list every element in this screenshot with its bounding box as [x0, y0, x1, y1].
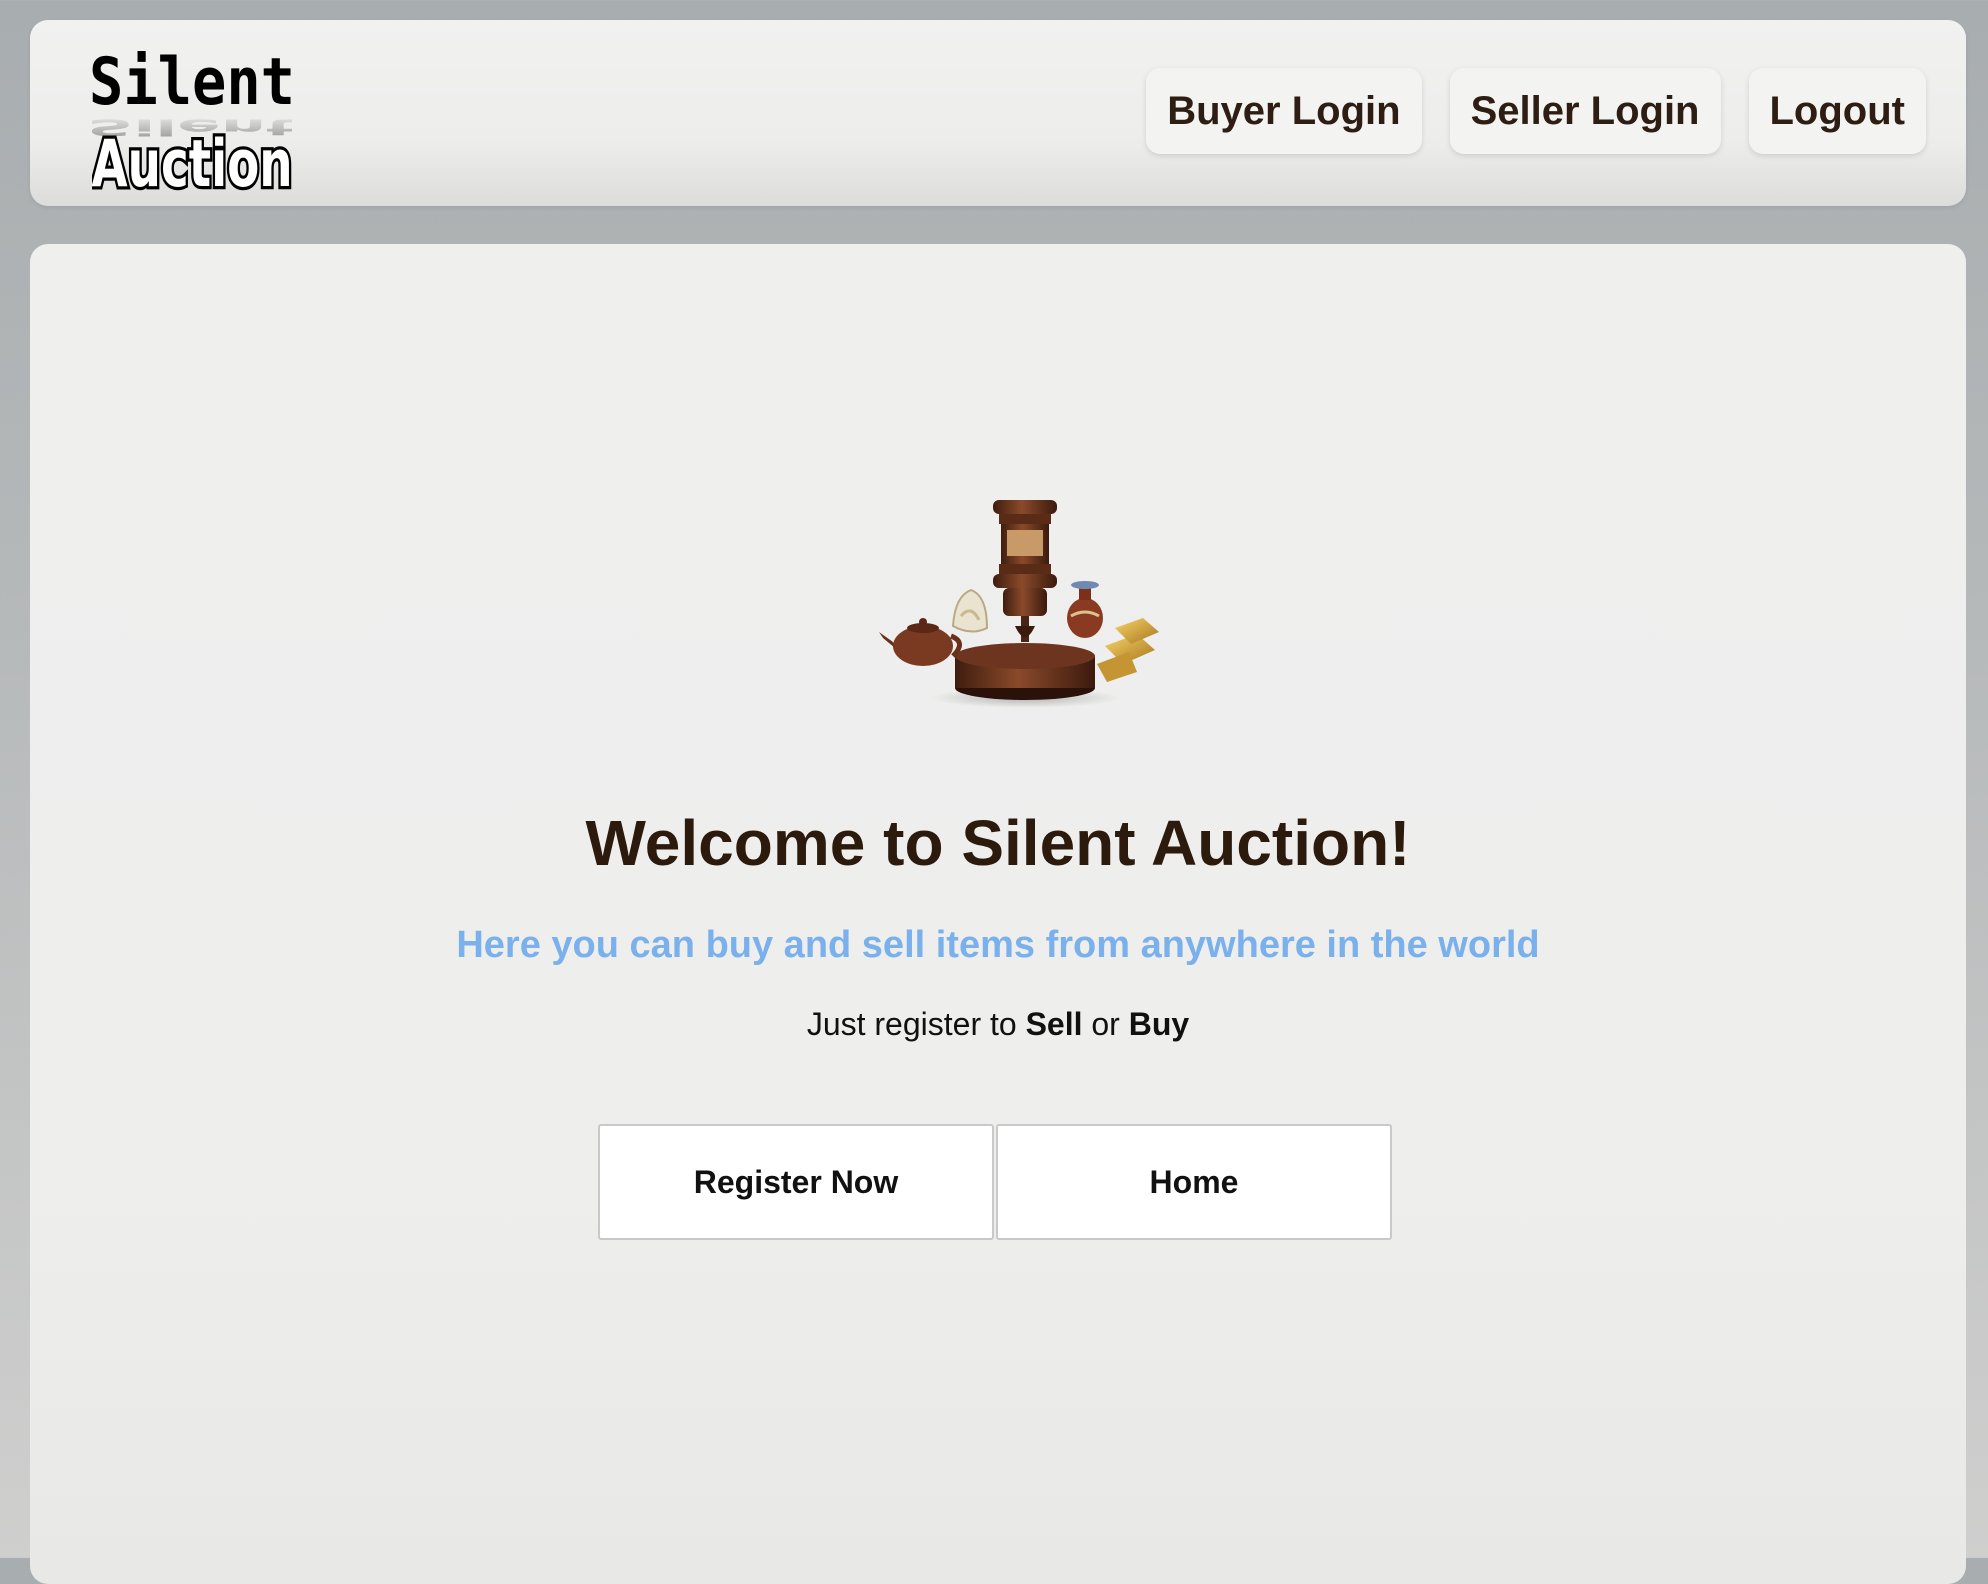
- welcome-title: Welcome to Silent Auction!: [585, 807, 1411, 879]
- subtitle-text: Here you can buy and sell items from any…: [456, 924, 1540, 966]
- tagline-text: Just register to Sell or Buy: [30, 1006, 1966, 1043]
- tagline-sell: Sell: [1025, 1006, 1083, 1042]
- tagline-buy: Buy: [1128, 1006, 1190, 1042]
- logo-word-auction: Auction: [92, 128, 292, 192]
- silent-auction-logo[interactable]: Silent Silent Auction: [92, 34, 292, 192]
- action-buttons: Register Now Home: [598, 1124, 1392, 1240]
- seller-login-button[interactable]: Seller Login: [1449, 68, 1721, 154]
- main-panel: Welcome to Silent Auction! Here you can …: [30, 244, 1966, 1584]
- logo-word-silent: Silent: [92, 44, 292, 120]
- logout-button[interactable]: Logout: [1748, 68, 1926, 154]
- tagline-prefix: Just register to: [806, 1006, 1026, 1042]
- register-now-button[interactable]: Register Now: [598, 1124, 994, 1240]
- top-navigation: Buyer Login Seller Login Logout: [1146, 68, 1926, 154]
- buyer-login-button[interactable]: Buyer Login: [1146, 68, 1422, 154]
- tagline-middle: or: [1082, 1006, 1129, 1042]
- header-bar: Silent Silent Auction Buyer Login Seller…: [30, 20, 1966, 206]
- gavel-with-antiques-icon: [879, 500, 1159, 708]
- home-button[interactable]: Home: [996, 1124, 1392, 1240]
